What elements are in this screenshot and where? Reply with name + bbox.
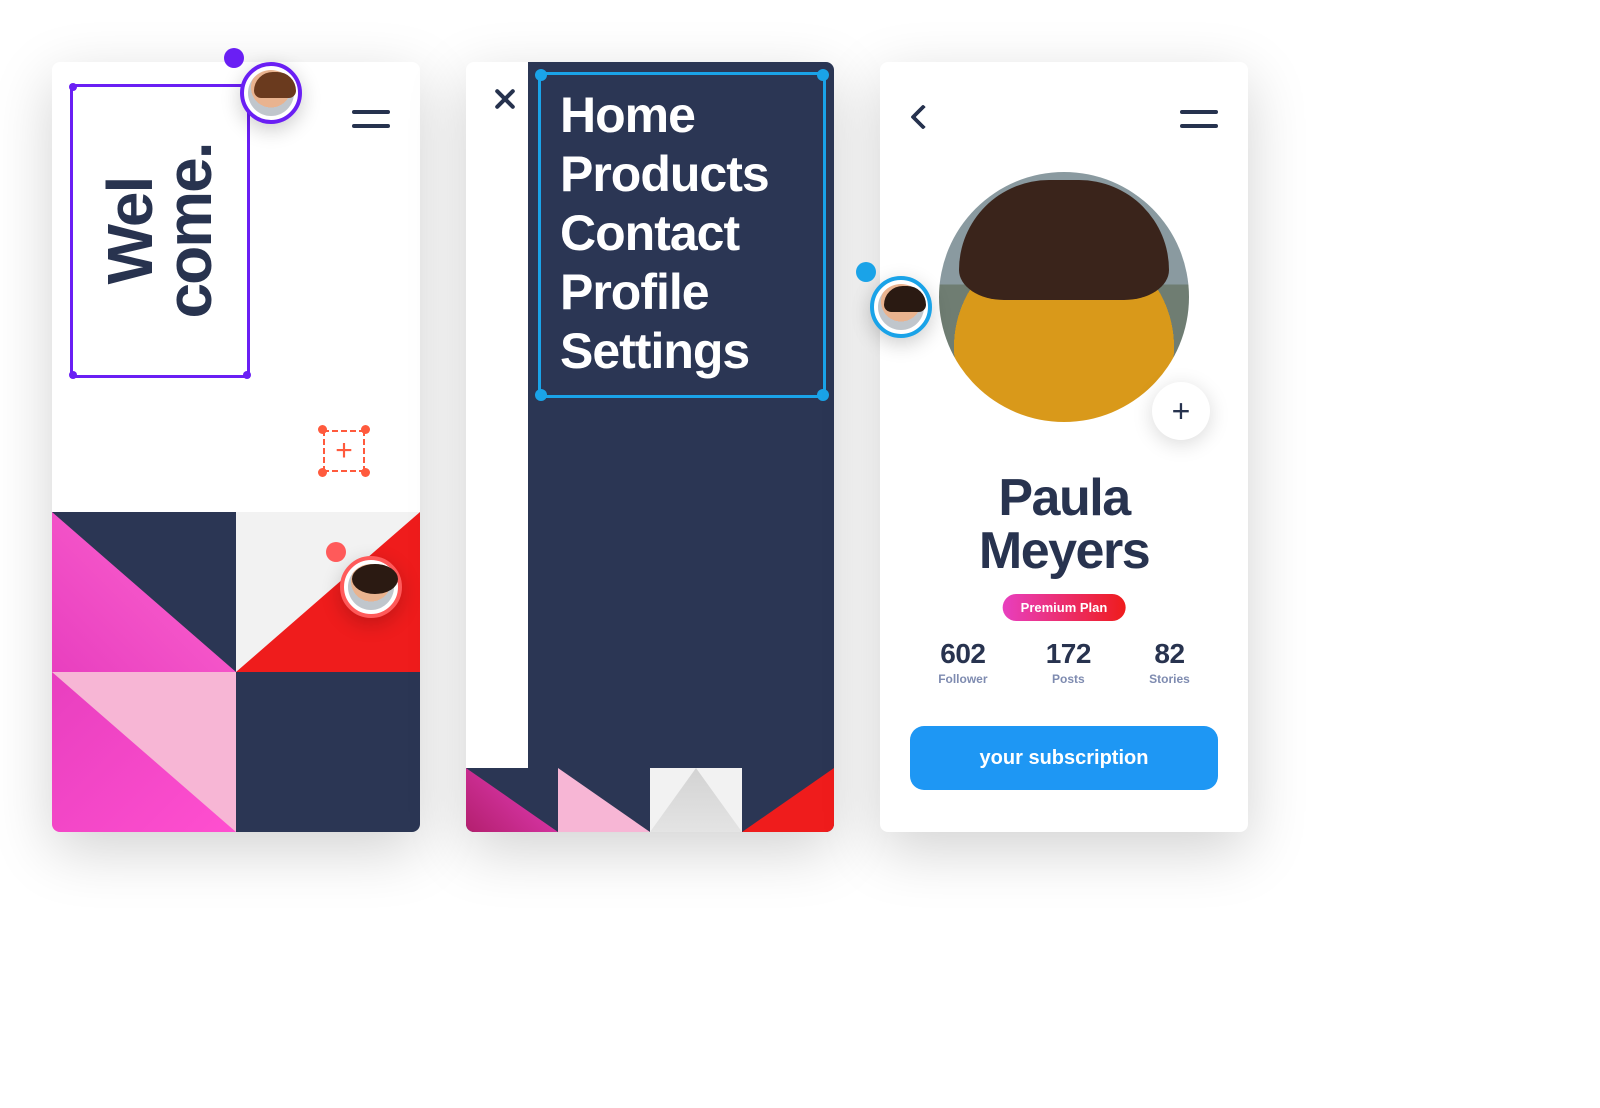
resize-handle[interactable]	[318, 468, 327, 477]
resize-handle[interactable]	[361, 425, 370, 434]
stat-label: Follower	[938, 672, 987, 686]
plus-icon: +	[323, 430, 365, 472]
screen-profile: + Paula Meyers Premium Plan 602 Follower…	[880, 62, 1248, 832]
resize-handle[interactable]	[318, 425, 327, 434]
subscription-button[interactable]: your subscription	[910, 726, 1218, 790]
menu-item-profile[interactable]: Profile	[560, 263, 769, 322]
screen-welcome: Wel come. +	[52, 62, 420, 832]
resize-handle[interactable]	[817, 389, 829, 401]
resize-handle[interactable]	[535, 69, 547, 81]
plus-icon: +	[1172, 393, 1191, 430]
plan-badge[interactable]: Premium Plan	[1003, 594, 1126, 621]
selection-frame-welcome[interactable]: Wel come.	[70, 84, 250, 378]
resize-handle[interactable]	[361, 468, 370, 477]
resize-handle[interactable]	[69, 83, 77, 91]
close-icon[interactable]	[488, 82, 522, 116]
collaborator-cursor-blue[interactable]	[870, 276, 932, 338]
menu-list: Home Products Contact Profile Settings	[560, 86, 769, 381]
stat-follower[interactable]: 602 Follower	[938, 638, 987, 686]
menu-icon[interactable]	[1180, 108, 1218, 130]
menu-item-contact[interactable]: Contact	[560, 204, 769, 263]
resize-handle[interactable]	[817, 69, 829, 81]
resize-handle[interactable]	[243, 371, 251, 379]
back-icon[interactable]	[908, 104, 934, 130]
add-photo-button[interactable]: +	[1152, 382, 1210, 440]
avatar-icon	[878, 284, 924, 330]
cursor-dot-purple	[224, 48, 244, 68]
menu-item-home[interactable]: Home	[560, 86, 769, 145]
name-line2: Meyers	[979, 522, 1149, 580]
stat-value: 172	[1046, 638, 1091, 670]
cursor-dot-blue	[856, 262, 876, 282]
profile-avatar[interactable]	[939, 172, 1189, 422]
avatar-icon	[248, 70, 294, 116]
stat-label: Stories	[1149, 672, 1190, 686]
welcome-heading: Wel come.	[101, 81, 219, 381]
add-element-box[interactable]: +	[315, 422, 373, 480]
collaborator-cursor-red[interactable]	[340, 556, 402, 618]
cursor-dot-red	[326, 542, 346, 562]
footer-artwork	[466, 768, 834, 832]
stat-stories[interactable]: 82 Stories	[1149, 638, 1190, 686]
stat-posts[interactable]: 172 Posts	[1046, 638, 1091, 686]
profile-stats: 602 Follower 172 Posts 82 Stories	[880, 638, 1248, 686]
screen-menu: Home Products Contact Profile Settings	[466, 62, 834, 832]
welcome-line2: come.	[153, 144, 225, 319]
design-canvas: Wel come. + Home P	[0, 0, 1600, 1108]
menu-item-products[interactable]: Products	[560, 145, 769, 204]
avatar-icon	[348, 564, 394, 610]
profile-name: Paula Meyers	[880, 472, 1248, 578]
stat-label: Posts	[1046, 672, 1091, 686]
menu-icon[interactable]	[352, 108, 390, 130]
stat-value: 602	[938, 638, 987, 670]
resize-handle[interactable]	[69, 371, 77, 379]
stat-value: 82	[1149, 638, 1190, 670]
resize-handle[interactable]	[535, 389, 547, 401]
menu-item-settings[interactable]: Settings	[560, 322, 769, 381]
name-line1: Paula	[998, 469, 1129, 527]
collaborator-cursor-purple[interactable]	[240, 62, 302, 124]
